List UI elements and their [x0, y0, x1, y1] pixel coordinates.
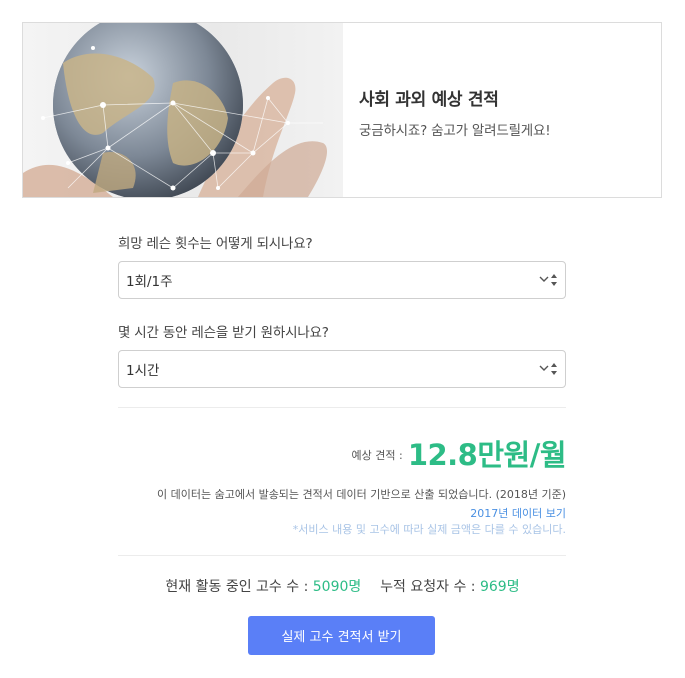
hero-text: 사회 과외 예상 견적 궁금하시죠? 숨고가 알려드릴게요!: [343, 23, 661, 197]
requesters-label: 누적 요청자 수 :: [380, 579, 476, 595]
requesters-count: 969명: [479, 579, 520, 595]
lesson-frequency-value: 1회/1주: [126, 274, 173, 290]
divider: [118, 555, 566, 556]
globe-network-image: [23, 23, 343, 197]
chevron-updown-icon: [539, 274, 557, 286]
stats-line: 현재 활동 중인 고수 수 : 5090명 누적 요청자 수 : 969명: [0, 576, 685, 596]
lesson-duration-select[interactable]: 1시간: [118, 350, 566, 388]
hero-title: 사회 과외 예상 견적: [359, 90, 499, 110]
get-quote-button[interactable]: 실제 고수 견적서 받기: [248, 616, 435, 655]
active-pros-count: 5090명: [312, 579, 362, 595]
data-source-note: 이 데이터는 숨고에서 발송되는 견적서 데이터 기반으로 산출 되었습니다. …: [157, 488, 566, 501]
chevron-updown-icon: [539, 363, 557, 375]
price-disclaimer: *서비스 내용 및 고수에 따라 실제 금액은 다를 수 있습니다.: [292, 523, 566, 536]
estimate-value: 12.8만원/월: [407, 438, 567, 472]
hero-banner: 사회 과외 예상 견적 궁금하시죠? 숨고가 알려드릴게요!: [22, 22, 662, 198]
hero-subtitle: 궁금하시죠? 숨고가 알려드릴게요!: [359, 123, 551, 139]
estimate-label: 예상 견적 :: [351, 449, 403, 462]
lesson-frequency-label: 희망 레슨 횟수는 어떻게 되시나요?: [118, 236, 313, 252]
previous-data-link[interactable]: 2017년 데이터 보기: [118, 505, 566, 521]
active-pros-label: 현재 활동 중인 고수 수 :: [165, 579, 309, 595]
lesson-duration-value: 1시간: [126, 363, 160, 379]
divider: [118, 407, 566, 408]
estimate-form: 희망 레슨 횟수는 어떻게 되시나요? 1회/1주 몇 시간 동안 레슨을 받기…: [118, 232, 566, 388]
lesson-frequency-select[interactable]: 1회/1주: [118, 261, 566, 299]
lesson-duration-label: 몇 시간 동안 레슨을 받기 원하시나요?: [118, 325, 329, 341]
estimate-result: 예상 견적 : 12.8만원/월: [118, 432, 567, 474]
